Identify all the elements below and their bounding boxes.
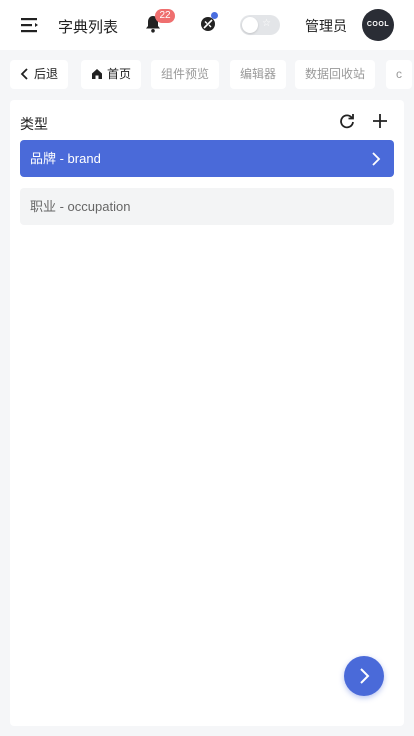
list-item-label: 职业 - occupation: [30, 199, 131, 214]
tab-recycle-bin[interactable]: 数据回收站: [295, 60, 376, 89]
dark-mode-toggle[interactable]: ☆: [240, 15, 280, 35]
tab-partial[interactable]: c: [386, 60, 412, 89]
chevron-right-icon: [360, 668, 370, 684]
tab-label: c: [396, 67, 402, 81]
list-item-occupation[interactable]: 职业 - occupation: [20, 188, 394, 225]
list-item-label: 品牌 - brand: [30, 151, 101, 166]
tab-bar: 后退 首页 组件预览 编辑器 数据回收站 c: [0, 50, 414, 100]
page-title: 字典列表: [58, 19, 119, 36]
user-name[interactable]: 管理员: [305, 16, 347, 36]
add-icon[interactable]: [370, 111, 390, 131]
tab-label: 数据回收站: [305, 67, 366, 81]
theme-indicator-dot: [211, 12, 218, 19]
back-button[interactable]: 后退: [10, 60, 69, 89]
toggle-knob: [242, 17, 258, 33]
dict-type-panel: 类型 品牌 - brand 职业 - occupation: [10, 100, 404, 726]
tab-editor[interactable]: 编辑器: [230, 60, 287, 89]
top-bar: 字典列表 22 ☆ 管理员 COOL: [0, 0, 414, 50]
refresh-icon[interactable]: [338, 112, 356, 130]
chevron-left-icon: [20, 68, 28, 80]
chevron-right-icon: [372, 152, 381, 166]
avatar[interactable]: COOL: [362, 9, 394, 41]
tab-label: 首页: [107, 67, 132, 81]
menu-icon[interactable]: [20, 15, 40, 35]
list-item-brand[interactable]: 品牌 - brand: [20, 140, 394, 177]
notification-badge: 22: [155, 9, 175, 23]
panel-title: 类型: [20, 116, 48, 132]
tab-label: 编辑器: [240, 67, 277, 81]
home-icon: [92, 69, 102, 79]
tab-component-preview[interactable]: 组件预览: [151, 60, 220, 89]
star-icon: ☆: [262, 18, 271, 29]
expand-fab-button[interactable]: [344, 656, 384, 696]
back-label: 后退: [34, 67, 59, 81]
tab-home[interactable]: 首页: [81, 60, 142, 89]
tab-label: 组件预览: [161, 67, 210, 81]
